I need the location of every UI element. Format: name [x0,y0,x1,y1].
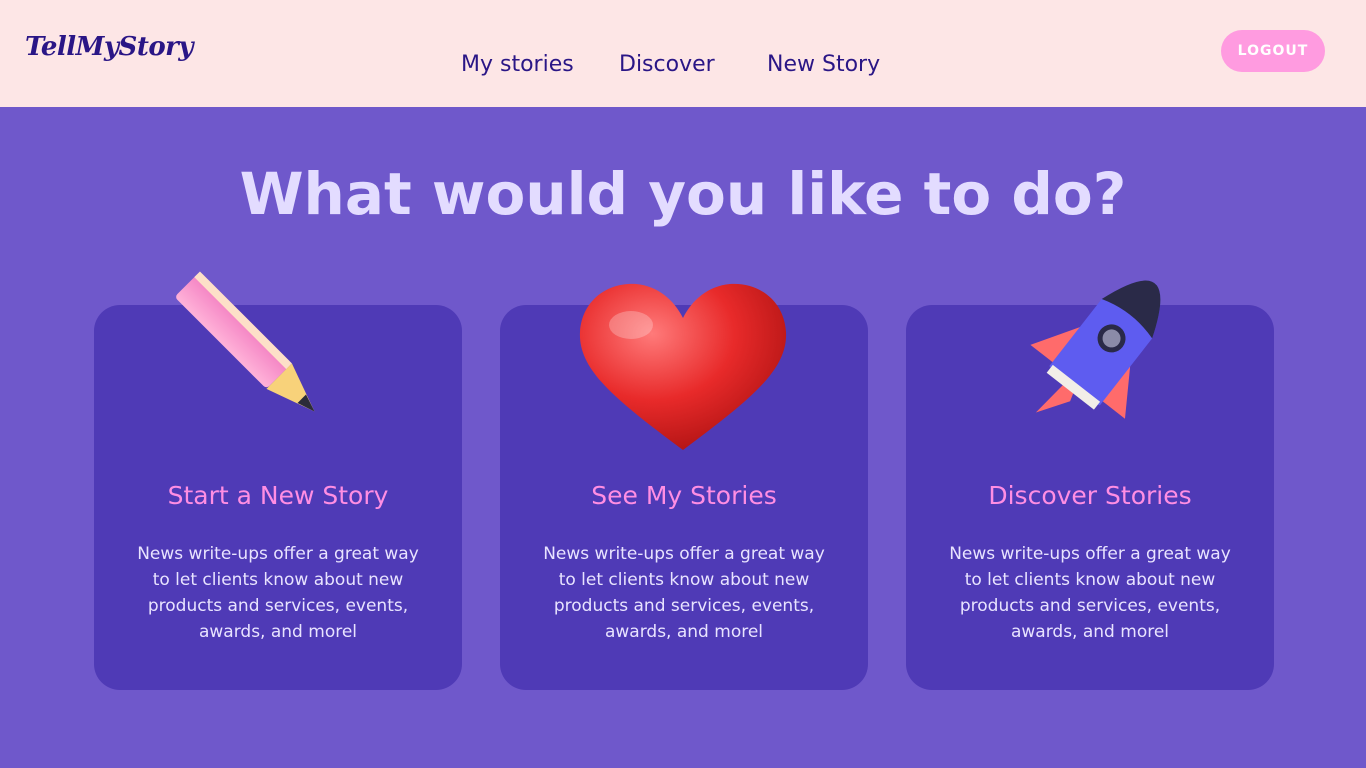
card-description: News write-ups offer a great way to let … [543,544,825,642]
top-bar: TellMyStory My stories Discover New Stor… [0,0,1366,107]
card-title: See My Stories [591,481,777,510]
nav-my-stories[interactable]: My stories [461,52,574,77]
heart-icon [579,283,787,450]
page-title: What would you like to do? [239,160,1127,228]
nav-discover[interactable]: Discover [619,52,715,77]
card-title: Discover Stories [988,481,1192,510]
nav-new-story[interactable]: New Story [767,52,880,77]
logout-button[interactable]: LOGOUT [1221,30,1325,72]
rocket-icon [1030,280,1161,419]
app-logo[interactable]: TellMyStory [25,32,193,62]
card-title: Start a New Story [167,481,389,510]
pencil-icon [176,271,315,412]
card-description: News write-ups offer a great way to let … [137,544,419,642]
card-description: News write-ups offer a great way to let … [949,544,1231,642]
